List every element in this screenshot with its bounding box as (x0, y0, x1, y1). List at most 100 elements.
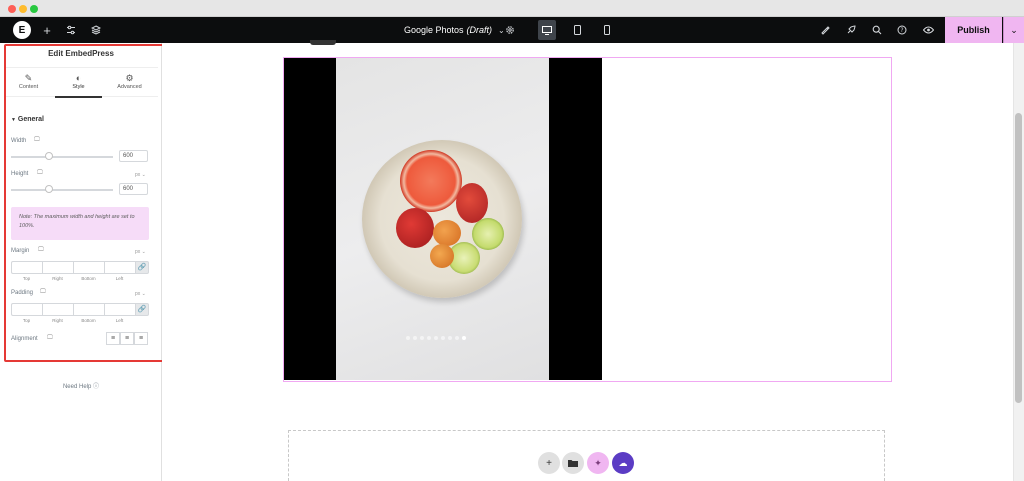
apricot-image (433, 220, 461, 246)
close-window-button[interactable] (8, 5, 16, 13)
add-section-drop-zone[interactable] (288, 430, 885, 481)
margin-left-input[interactable] (104, 261, 135, 274)
contrast-icon: ◐ (75, 73, 82, 83)
tab-content-label: Content (18, 84, 39, 90)
padding-bottom-label: Bottom (81, 318, 96, 323)
album-photo (336, 58, 549, 380)
document-title-text: Google Photos (404, 25, 464, 35)
height-slider-knob[interactable] (44, 185, 53, 193)
help-icon[interactable]: ? (895, 17, 909, 43)
gear-icon[interactable] (503, 17, 517, 43)
tab-content[interactable]: ✎ Content (5, 68, 52, 98)
desktop-icon[interactable]: 🖵 (37, 170, 43, 177)
margin-right-input[interactable] (42, 261, 73, 274)
layers-icon[interactable] (89, 17, 103, 43)
carousel-dot[interactable] (434, 336, 438, 340)
carousel-dot[interactable] (413, 336, 417, 340)
tab-style[interactable]: ◐ Style (55, 68, 102, 98)
embedpress-icon[interactable]: ☁ (612, 452, 634, 474)
maximize-window-button[interactable] (30, 5, 38, 13)
padding-inputs: 🔗 (11, 303, 149, 316)
publish-button[interactable]: Publish (945, 17, 1002, 43)
desktop-icon[interactable]: 🖵 (38, 247, 44, 254)
align-center-icon[interactable]: ≡ (120, 332, 134, 345)
carousel-dot[interactable] (420, 336, 424, 340)
carousel-dot[interactable] (448, 336, 452, 340)
margin-unit-select[interactable]: px ⌄ (135, 249, 146, 255)
size-note: Note: The maximum width and height are s… (11, 207, 149, 240)
padding-label: Padding (11, 290, 34, 296)
carousel-dot[interactable] (406, 336, 410, 340)
window-titlebar (0, 0, 1024, 17)
grapefruit-image (400, 150, 462, 212)
height-unit: px (135, 172, 141, 178)
pen-icon[interactable] (818, 17, 832, 43)
padding-unit-select[interactable]: px ⌄ (135, 291, 146, 297)
rocket-icon[interactable] (844, 17, 858, 43)
width-slider-track[interactable] (11, 156, 113, 158)
height-slider-track[interactable] (11, 189, 113, 191)
align-left-icon[interactable]: ≡ (106, 332, 120, 345)
help-icon: ⓘ (93, 384, 100, 390)
sliders-icon[interactable] (64, 17, 78, 43)
caret-down-icon: ▼ (11, 117, 16, 123)
padding-top-input[interactable] (11, 303, 42, 316)
link-icon[interactable]: 🔗 (135, 261, 149, 274)
panel-tabs: ✎ Content ◐ Style ⚙ Advanced (5, 67, 158, 98)
add-section-plus-icon[interactable]: + (538, 452, 560, 474)
section-general-title: General (17, 116, 44, 123)
padding-right-input[interactable] (42, 303, 73, 316)
desktop-icon[interactable]: 🖵 (34, 137, 40, 144)
width-input[interactable]: 600 (119, 150, 148, 162)
elementor-logo-icon[interactable]: E (13, 21, 31, 39)
carousel-dot[interactable] (462, 336, 466, 340)
cropped-heading-fragment (310, 40, 336, 45)
template-folder-icon[interactable] (562, 452, 584, 474)
height-label: Height (11, 171, 29, 177)
section-general-toggle[interactable]: ▼ General (11, 116, 44, 123)
lime-image (472, 218, 504, 250)
publish-options-chevron-icon[interactable]: ⌄ (1003, 17, 1024, 43)
document-title[interactable]: Google Photos (Draft) ⌄ (404, 17, 505, 43)
padding-bottom-input[interactable] (73, 303, 104, 316)
width-label: Width (11, 138, 27, 144)
document-status: (Draft) (466, 25, 493, 35)
align-right-icon[interactable]: ≡ (134, 332, 148, 345)
desktop-icon[interactable]: 🖵 (40, 289, 46, 296)
tab-advanced[interactable]: ⚙ Advanced (106, 68, 153, 98)
height-input[interactable]: 600 (119, 183, 148, 195)
margin-top-input[interactable] (11, 261, 42, 274)
plus-icon[interactable]: + (40, 17, 54, 43)
alignment-label: Alignment (11, 336, 38, 342)
eye-icon[interactable] (921, 17, 935, 43)
need-help-link[interactable]: Need Help ⓘ (0, 381, 162, 390)
gear-icon: ⚙ (125, 73, 134, 83)
ai-sparkle-icon[interactable]: ✦ (587, 452, 609, 474)
carousel-dot[interactable] (455, 336, 459, 340)
panel-title: Edit EmbedPress (48, 49, 114, 58)
apple-image (456, 183, 488, 223)
carousel-dot[interactable] (441, 336, 445, 340)
need-help-label: Need Help (62, 384, 92, 390)
link-icon[interactable]: 🔗 (135, 303, 149, 316)
search-icon[interactable] (870, 17, 884, 43)
browser-window: E + Google Photos (Draft) ⌄ ? Publish ⌄ … (0, 0, 1024, 481)
margin-top-label: Top (22, 276, 31, 281)
margin-bottom-label: Bottom (81, 276, 96, 281)
width-slider-knob[interactable] (44, 152, 53, 160)
tablet-icon[interactable] (570, 17, 584, 43)
apple-image (396, 208, 434, 248)
carousel-dots (406, 336, 466, 340)
desktop-icon[interactable]: 🖵 (47, 335, 53, 342)
padding-left-input[interactable] (104, 303, 135, 316)
margin-left-label: Left (115, 276, 124, 281)
carousel-dot[interactable] (427, 336, 431, 340)
desktop-icon[interactable] (538, 20, 556, 40)
margin-bottom-input[interactable] (73, 261, 104, 274)
height-unit-select[interactable]: px ⌄ (135, 172, 146, 178)
tab-advanced-label: Advanced (117, 84, 142, 90)
alignment-buttons: ≡ ≡ ≡ (106, 332, 149, 345)
mobile-icon[interactable] (600, 17, 614, 43)
minimize-window-button[interactable] (19, 5, 27, 13)
scrollbar-thumb[interactable] (1015, 113, 1022, 403)
